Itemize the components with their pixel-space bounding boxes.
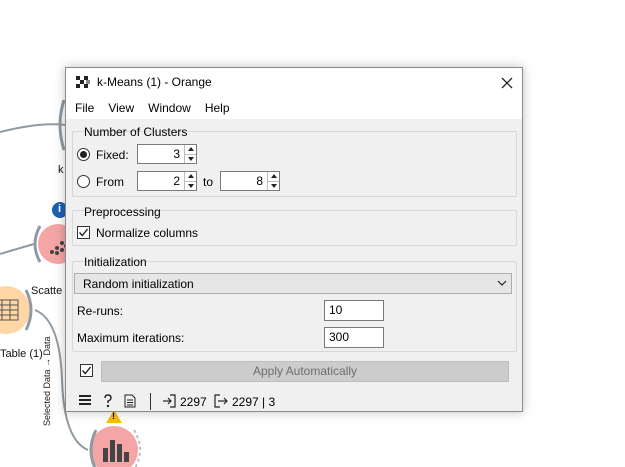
auto-apply-checkbox[interactable] xyxy=(80,364,93,377)
spin-up-icon[interactable] xyxy=(185,172,196,182)
initialization-combo[interactable]: Random initialization xyxy=(74,273,512,294)
close-button[interactable] xyxy=(492,68,522,97)
to-spinbox[interactable]: 8 xyxy=(220,171,280,191)
chevron-down-icon xyxy=(497,280,507,286)
maxiter-label: Maximum iterations: xyxy=(77,331,185,345)
spin-up-icon[interactable] xyxy=(185,145,196,155)
fixed-value: 3 xyxy=(173,147,180,161)
title-bar[interactable]: k-Means (1) - Orange xyxy=(66,68,522,97)
apply-button[interactable]: Apply Automatically xyxy=(101,361,509,382)
menu-help[interactable]: Help xyxy=(198,97,237,119)
spin-down-icon[interactable] xyxy=(185,155,196,164)
initialization-method: Random initialization xyxy=(83,277,194,291)
menu-file[interactable]: File xyxy=(68,97,101,119)
window-title: k-Means (1) - Orange xyxy=(97,75,212,89)
status-bar: 2297 2297 | 3 xyxy=(66,390,522,412)
number-of-clusters-title: Number of Clusters xyxy=(84,125,188,139)
menu-bar: File View Window Help xyxy=(66,97,522,119)
table-node-label: Table (1) xyxy=(0,348,43,360)
normalize-label[interactable]: Normalize columns xyxy=(96,226,198,240)
report-icon[interactable] xyxy=(124,394,136,408)
hamburger-menu-icon[interactable] xyxy=(79,394,91,406)
link-label: Selected Data → Data xyxy=(42,336,52,426)
spin-down-icon[interactable] xyxy=(268,182,279,191)
initialization-title: Initialization xyxy=(84,255,147,269)
close-icon xyxy=(501,77,513,88)
warning-glyph: ! xyxy=(112,411,115,421)
menu-window[interactable]: Window xyxy=(141,97,198,119)
reruns-label: Re-runs: xyxy=(77,304,124,318)
help-icon[interactable] xyxy=(102,394,114,408)
checkmark-icon xyxy=(78,228,89,237)
input-count: 2297 xyxy=(180,395,207,409)
menu-view[interactable]: View xyxy=(101,97,141,119)
normalize-checkbox[interactable] xyxy=(77,226,90,239)
spin-down-icon[interactable] xyxy=(185,182,196,191)
kmeans-node-label: k xyxy=(58,164,64,176)
spin-up-icon[interactable] xyxy=(268,172,279,182)
output-data-icon xyxy=(214,394,228,408)
link-line-middle[interactable] xyxy=(0,243,35,255)
fixed-radio[interactable] xyxy=(77,148,90,161)
input-data-icon xyxy=(163,394,176,408)
to-label: to xyxy=(203,175,214,189)
to-value: 8 xyxy=(256,174,263,188)
reruns-input[interactable]: 10 xyxy=(324,300,384,321)
link-line-top[interactable] xyxy=(0,123,67,133)
from-label[interactable]: From xyxy=(96,175,124,189)
preprocessing-title: Preprocessing xyxy=(84,205,161,219)
fixed-spinbox[interactable]: 3 xyxy=(137,144,197,164)
from-radio[interactable] xyxy=(77,175,90,188)
scatter-node-label: Scatte xyxy=(31,285,63,297)
status-separator xyxy=(150,393,151,410)
orange-app-icon xyxy=(76,76,90,88)
kmeans-dialog: k-Means (1) - Orange File View Window He… xyxy=(65,67,523,412)
checkmark-icon xyxy=(81,366,92,375)
from-spinbox[interactable]: 2 xyxy=(137,171,197,191)
maxiter-input[interactable]: 300 xyxy=(324,327,384,348)
info-glyph: i xyxy=(58,203,62,215)
fixed-label[interactable]: Fixed: xyxy=(96,148,129,162)
from-value: 2 xyxy=(173,174,180,188)
output-count: 2297 | 3 xyxy=(232,395,276,409)
